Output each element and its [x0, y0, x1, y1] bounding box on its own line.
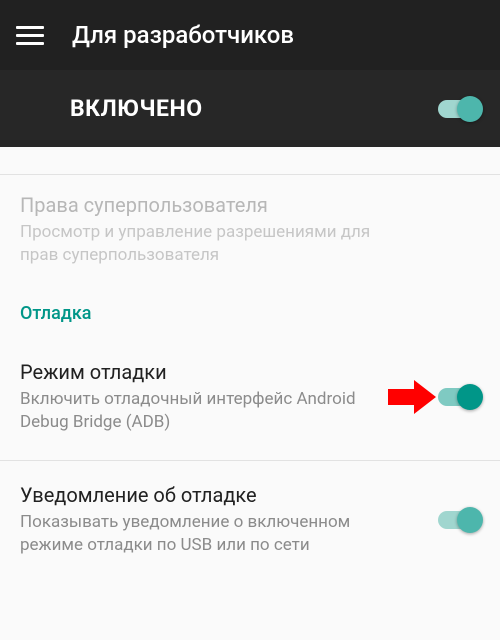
debug-notification-title: Уведомление об отладке — [20, 483, 368, 507]
superuser-row[interactable]: Права суперпользователя Просмотр и управ… — [0, 175, 500, 285]
settings-content: Права суперпользователя Просмотр и управ… — [0, 147, 500, 575]
menu-icon[interactable] — [16, 21, 44, 49]
superuser-title: Права суперпользователя — [20, 193, 410, 217]
master-toggle-row[interactable]: ВКЛЮЧЕНО — [0, 70, 500, 147]
debug-notification-subtitle: Показывать уведомление о включенном режи… — [20, 511, 368, 557]
master-toggle-switch[interactable] — [438, 100, 480, 118]
debug-mode-switch[interactable] — [438, 388, 480, 406]
debug-mode-title: Режим отладки — [20, 360, 368, 384]
debug-notification-switch[interactable] — [438, 511, 480, 529]
section-debug-label: Отладка — [0, 285, 500, 334]
debug-mode-row[interactable]: Режим отладки Включить отладочный интерф… — [0, 334, 500, 460]
page-title: Для разработчиков — [72, 21, 294, 49]
master-toggle-label: ВКЛЮЧЕНО — [70, 95, 438, 122]
appbar: Для разработчиков — [0, 0, 500, 70]
superuser-subtitle: Просмотр и управление разрешениями для п… — [20, 221, 410, 267]
debug-mode-subtitle: Включить отладочный интерфейс Android De… — [20, 388, 368, 434]
debug-notification-row[interactable]: Уведомление об отладке Показывать уведом… — [0, 461, 500, 575]
